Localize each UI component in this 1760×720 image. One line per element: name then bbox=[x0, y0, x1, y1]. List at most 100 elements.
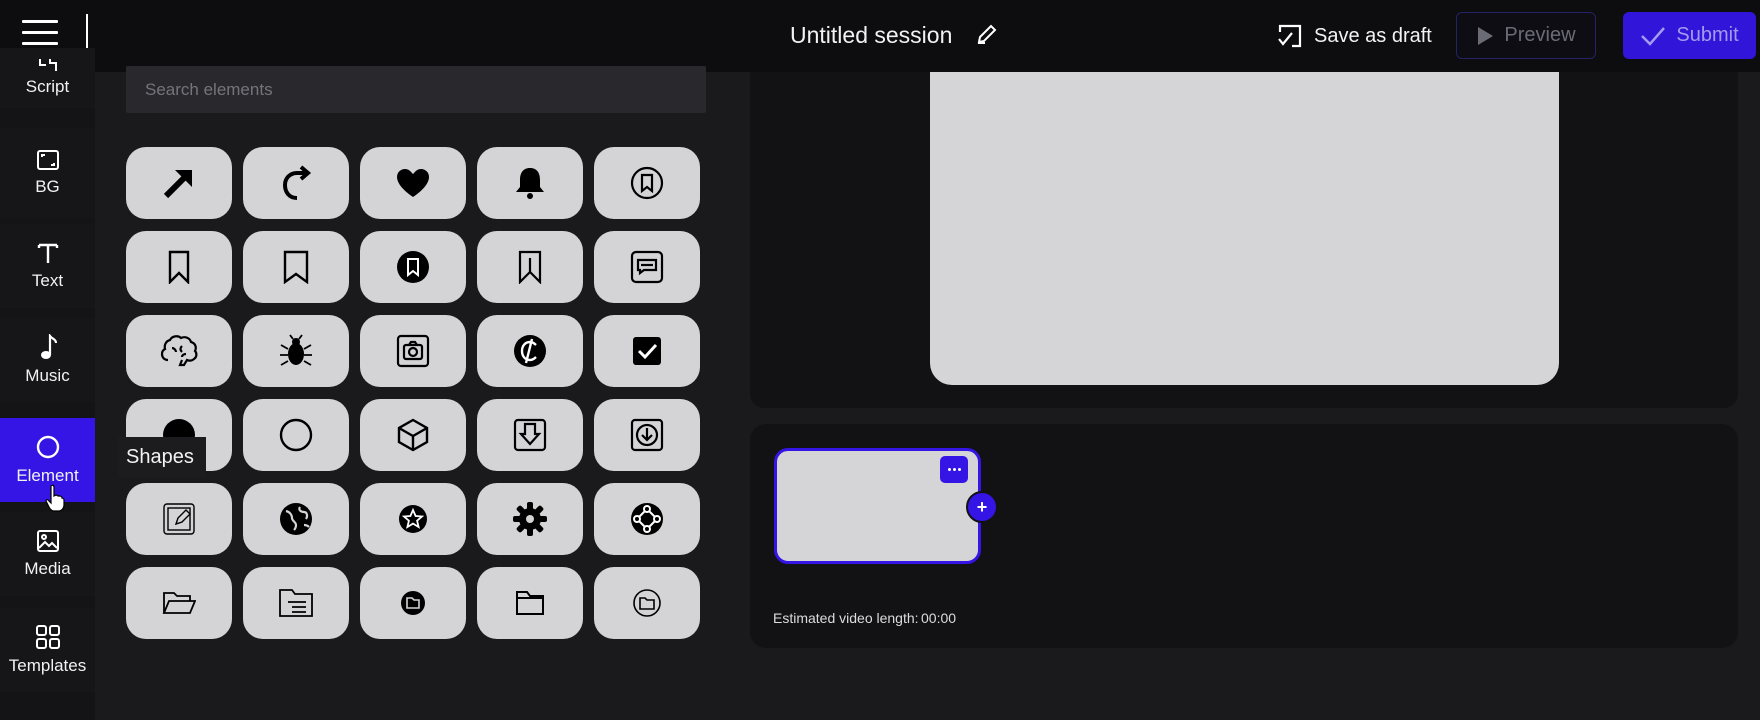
save-draft-button[interactable]: Save as draft bbox=[1276, 18, 1432, 54]
preview-label: Preview bbox=[1504, 24, 1576, 46]
sidebar-item-label: Script bbox=[25, 77, 70, 96]
elements-grid bbox=[126, 147, 700, 639]
chat-box-icon bbox=[630, 250, 664, 284]
cent-icon bbox=[514, 335, 546, 367]
music-note-icon bbox=[40, 334, 57, 359]
templates-icon bbox=[35, 625, 60, 649]
element-tile[interactable] bbox=[477, 231, 583, 303]
clip-options-icon[interactable] bbox=[940, 456, 968, 483]
sidebar-item-label: Music bbox=[25, 366, 70, 385]
search-field[interactable] bbox=[126, 66, 706, 113]
video-canvas[interactable] bbox=[930, 72, 1559, 385]
hamburger-menu-icon[interactable] bbox=[22, 20, 58, 50]
element-tile[interactable] bbox=[360, 147, 466, 219]
search-input[interactable] bbox=[126, 66, 706, 113]
download-box-icon bbox=[513, 418, 547, 452]
element-tile[interactable] bbox=[594, 147, 700, 219]
element-tile[interactable] bbox=[477, 147, 583, 219]
element-tile[interactable] bbox=[360, 483, 466, 555]
sidebar-item-music[interactable]: Music bbox=[0, 318, 95, 402]
checkmark-icon bbox=[1641, 26, 1666, 46]
element-tile[interactable] bbox=[360, 399, 466, 471]
globe-icon bbox=[280, 503, 312, 535]
bookmark-circle-icon bbox=[630, 166, 664, 200]
submit-button[interactable]: Submit bbox=[1623, 12, 1756, 59]
download-circle-box-icon bbox=[630, 418, 664, 452]
element-tile[interactable] bbox=[477, 567, 583, 639]
element-tile[interactable] bbox=[126, 231, 232, 303]
shapes-tooltip: Shapes bbox=[118, 437, 206, 477]
checkbox-checked-icon bbox=[633, 337, 661, 365]
element-tile[interactable] bbox=[477, 483, 583, 555]
element-tile[interactable] bbox=[126, 147, 232, 219]
element-tile[interactable] bbox=[126, 315, 232, 387]
element-tile[interactable] bbox=[243, 231, 349, 303]
sidebar-item-label: Text bbox=[31, 271, 64, 290]
text-icon bbox=[37, 243, 58, 263]
element-tile[interactable] bbox=[594, 399, 700, 471]
element-tile[interactable] bbox=[243, 147, 349, 219]
camera-icon bbox=[396, 334, 430, 368]
pencil-icon[interactable] bbox=[975, 22, 999, 46]
estimated-length-label: Estimated video length: bbox=[773, 610, 919, 626]
element-tile[interactable] bbox=[360, 231, 466, 303]
save-draft-label: Save as draft bbox=[1314, 24, 1432, 47]
element-tile[interactable] bbox=[477, 399, 583, 471]
arrow-up-right-icon bbox=[163, 170, 192, 199]
brain-icon bbox=[160, 335, 198, 367]
element-tile[interactable] bbox=[243, 315, 349, 387]
background-icon bbox=[36, 150, 59, 170]
circle-icon bbox=[36, 435, 59, 459]
element-tile[interactable] bbox=[594, 315, 700, 387]
heart-icon bbox=[397, 169, 429, 197]
element-tile[interactable] bbox=[594, 231, 700, 303]
network-icon bbox=[631, 503, 663, 535]
folder-circle-outline-icon bbox=[633, 589, 661, 617]
sidebar-item-label: BG bbox=[35, 177, 60, 196]
sidebar-item-label: Media bbox=[24, 559, 71, 578]
preview-button[interactable]: Preview bbox=[1456, 12, 1596, 59]
redo-arrow-icon bbox=[282, 165, 312, 200]
element-tile[interactable] bbox=[243, 483, 349, 555]
element-tile[interactable] bbox=[477, 315, 583, 387]
sidebar-item-label: Templates bbox=[8, 656, 87, 675]
element-tile[interactable] bbox=[243, 399, 349, 471]
bookmark-icon bbox=[168, 250, 190, 284]
estimated-length-value: 00:00 bbox=[921, 610, 957, 626]
element-tile[interactable] bbox=[360, 567, 466, 639]
sidebar-item-bg[interactable]: BG bbox=[0, 128, 95, 218]
bell-icon bbox=[516, 168, 544, 199]
folder-circle-icon bbox=[401, 591, 425, 615]
image-icon bbox=[36, 530, 59, 552]
bug-icon bbox=[280, 334, 312, 366]
element-tile[interactable] bbox=[126, 567, 232, 639]
folder-document-icon bbox=[279, 589, 313, 617]
element-tile[interactable] bbox=[360, 315, 466, 387]
left-sidebar: Script BG Text Music Element Media Templ… bbox=[0, 48, 95, 720]
star-circle-icon bbox=[399, 505, 427, 533]
bookmark-filled-circle-icon bbox=[397, 251, 429, 283]
circle-outline-icon bbox=[279, 418, 313, 452]
session-title[interactable]: Untitled session bbox=[790, 22, 952, 49]
add-scene-button[interactable]: + bbox=[966, 491, 998, 523]
element-tile[interactable] bbox=[594, 483, 700, 555]
script-icon bbox=[38, 59, 57, 71]
folder-icon bbox=[516, 591, 544, 615]
submit-label: Submit bbox=[1676, 24, 1739, 46]
save-draft-icon bbox=[1278, 24, 1302, 48]
sidebar-item-templates[interactable]: Templates bbox=[0, 608, 95, 692]
sidebar-item-text[interactable]: Text bbox=[0, 224, 95, 308]
element-tile[interactable] bbox=[594, 567, 700, 639]
gear-icon bbox=[513, 502, 547, 536]
play-icon bbox=[1478, 26, 1494, 45]
element-tile[interactable] bbox=[243, 567, 349, 639]
edit-box-icon bbox=[163, 503, 195, 535]
sidebar-item-media[interactable]: Media bbox=[0, 512, 95, 596]
element-tile[interactable] bbox=[126, 483, 232, 555]
sidebar-item-label: Element bbox=[16, 466, 79, 485]
top-bar: Untitled session Save as draft Preview S… bbox=[0, 0, 1760, 72]
sidebar-item-script[interactable]: Script bbox=[0, 48, 95, 108]
cube-icon bbox=[397, 418, 429, 452]
bookmark-alt-icon bbox=[518, 250, 542, 284]
bookmark-outline-icon bbox=[283, 250, 309, 284]
